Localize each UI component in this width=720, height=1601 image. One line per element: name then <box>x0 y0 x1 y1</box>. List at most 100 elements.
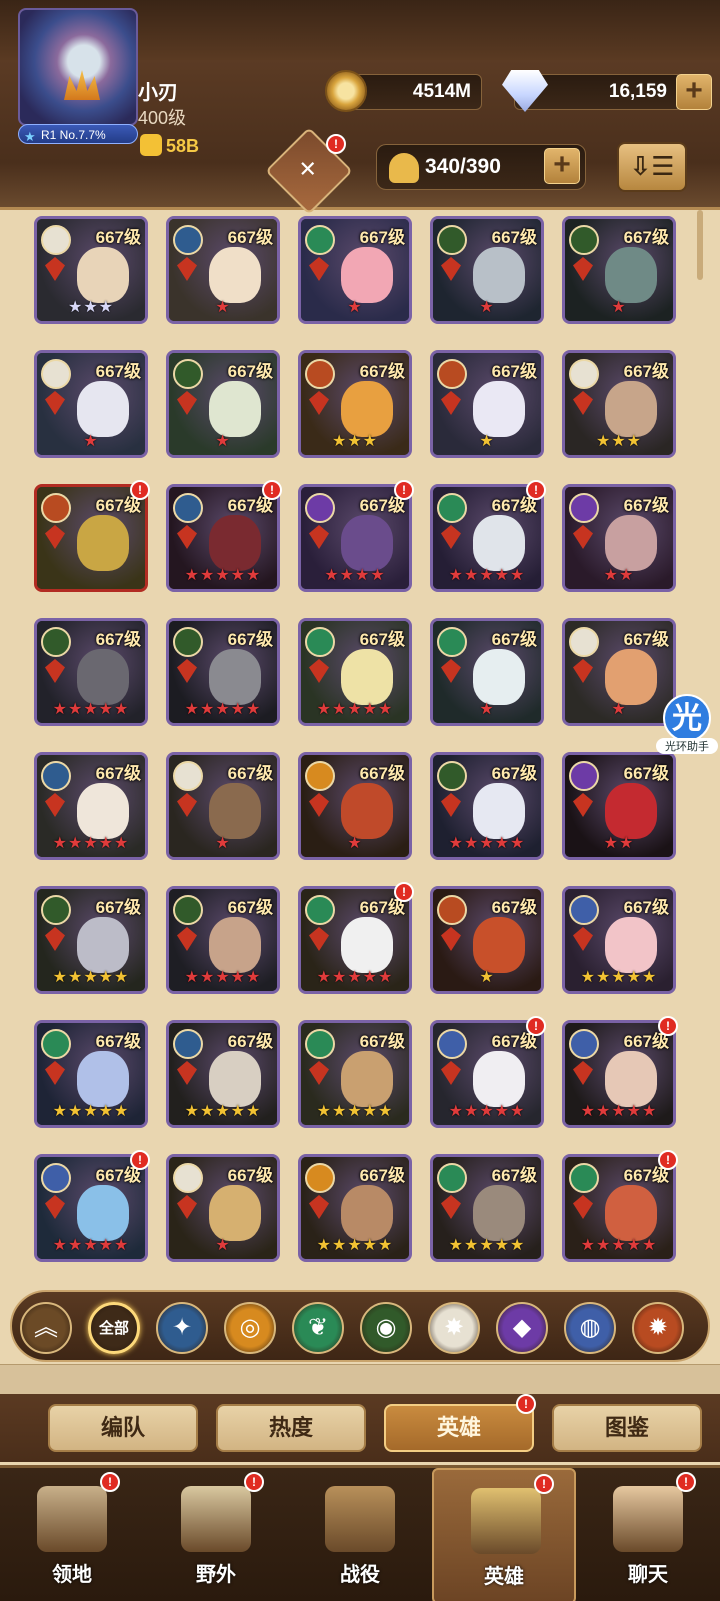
hero-card[interactable]: 667级 ★★★★★ <box>298 886 412 994</box>
nav-item-4[interactable]: 聊天! <box>576 1468 720 1601</box>
fist-icon <box>140 134 162 156</box>
nav-item-0[interactable]: 领地! <box>0 1468 144 1601</box>
hero-face <box>605 649 657 705</box>
hero-card[interactable]: 667级 ★ <box>430 618 544 726</box>
hero-card[interactable]: 667级 ★★★★★ <box>166 618 280 726</box>
wilder-icon: ❦ <box>307 1314 329 1341</box>
hero-level: 667级 <box>227 898 273 917</box>
faction-icon <box>437 627 467 657</box>
expand-capacity-button[interactable]: + <box>544 148 580 184</box>
hero-card[interactable]: 667级 ★★★★★ <box>166 886 280 994</box>
hero-face <box>77 515 129 571</box>
hero-card[interactable]: 667级 ★ <box>166 752 280 860</box>
hero-card[interactable]: 667级 ★★★★★ <box>298 1020 412 1128</box>
hero-card[interactable]: 667级 ★★★★★ <box>430 1020 544 1128</box>
faction-icon <box>305 761 335 791</box>
hero-card[interactable]: 667级 ★ <box>430 350 544 458</box>
hero-card[interactable]: 667级 ★ <box>430 886 544 994</box>
subtab-0[interactable]: 编队 <box>48 1404 198 1452</box>
hero-card[interactable]: 667级 ★★★★★ <box>430 484 544 592</box>
hero-face <box>473 1185 525 1241</box>
hero-card[interactable]: 667级 <box>34 484 148 592</box>
nav-label: 战役 <box>340 1564 380 1586</box>
filter-graveborn-button[interactable]: ◉ <box>360 1302 412 1354</box>
filter-celestial-button[interactable]: ✸ <box>428 1302 480 1354</box>
nav-item-2[interactable]: 战役 <box>288 1468 432 1601</box>
filter-hypogean-button[interactable]: ◆ <box>496 1302 548 1354</box>
assistant-floating-button[interactable]: 光 光环助手 <box>656 694 718 764</box>
hero-card[interactable]: 667级 ★★★★★ <box>34 1154 148 1262</box>
hero-card[interactable]: 667级 ★★ <box>562 484 676 592</box>
hero-card[interactable]: 667级 ★ <box>34 350 148 458</box>
filter-wilder-button[interactable]: ❦ <box>292 1302 344 1354</box>
hero-card[interactable]: 667级 ★★ <box>562 752 676 860</box>
other-icon: ✹ <box>647 1314 669 1341</box>
filter-all-button[interactable]: 全部 <box>88 1302 140 1354</box>
player-name: 小刃 <box>138 82 178 104</box>
faction-icon <box>305 895 335 925</box>
hero-card[interactable]: 667级 ★★★★★ <box>166 1020 280 1128</box>
nav-notification-badge: ! <box>100 1472 120 1492</box>
faction-icon <box>437 761 467 791</box>
bottom-navigation: 领地! 野外! 战役 英雄! 聊天! <box>0 1465 720 1601</box>
hero-card[interactable]: 667级 ★ <box>298 216 412 324</box>
hero-face <box>341 515 393 571</box>
hero-card[interactable]: 667级 ★★★★★ <box>34 1020 148 1128</box>
rank-badge[interactable]: ★ R1 No.7.7% <box>18 124 138 144</box>
hero-stars: ★★★★★ <box>448 835 526 852</box>
hero-stars: ★ <box>215 1237 231 1254</box>
hero-level: 667级 <box>623 898 669 917</box>
hero-card[interactable]: 667级 ★★★★★ <box>34 752 148 860</box>
hero-level: 667级 <box>359 228 405 247</box>
hero-card[interactable]: 667级 ★★★★★ <box>298 618 412 726</box>
hero-card[interactable]: 667级 ★ <box>298 752 412 860</box>
filter-other-button[interactable]: ✹ <box>632 1302 684 1354</box>
hero-card[interactable]: 667级 ★ <box>166 1154 280 1262</box>
hero-face <box>209 1185 261 1241</box>
player-avatar[interactable] <box>18 8 138 126</box>
hero-face <box>341 649 393 705</box>
hero-card[interactable]: 667级 ★★★ <box>34 216 148 324</box>
hero-stars: ★★★★★ <box>184 1103 262 1120</box>
hero-card[interactable]: 667级 ★★★★★ <box>430 1154 544 1262</box>
hero-card[interactable]: 667级 ★★★★★ <box>562 1154 676 1262</box>
hero-face <box>77 381 129 437</box>
hero-card[interactable]: 667级 ★★★ <box>298 350 412 458</box>
hero-card[interactable]: 667级 ★ <box>166 216 280 324</box>
filter-lightbearer-button[interactable]: ✦ <box>156 1302 208 1354</box>
hero-stars: ★★★ <box>67 299 115 316</box>
hero-face <box>341 1185 393 1241</box>
filter-dimensional-button[interactable]: ◍ <box>564 1302 616 1354</box>
hero-card[interactable]: 667级 ★★★★★ <box>34 886 148 994</box>
hero-card[interactable]: 667级 ★ <box>430 216 544 324</box>
sort-button[interactable]: ⇩☰ <box>617 142 687 192</box>
hero-face <box>473 649 525 705</box>
hero-face <box>209 381 261 437</box>
hero-stars: ★★★★★ <box>52 969 130 986</box>
nav-item-3[interactable]: 英雄! <box>432 1468 576 1601</box>
hero-card[interactable]: 667级 ★★★★★ <box>298 1154 412 1262</box>
hero-card[interactable]: 667级 ★★★★★ <box>562 1020 676 1128</box>
hero-card[interactable]: 667级 ★★★★★ <box>562 886 676 994</box>
subtab-1[interactable]: 热度 <box>216 1404 366 1452</box>
subtab-2[interactable]: 英雄 <box>384 1404 534 1452</box>
hero-level: 667级 <box>227 1032 273 1051</box>
filter-collapse-button[interactable]: ︽ <box>20 1302 72 1354</box>
faction-icon <box>41 1163 71 1193</box>
hero-notification-badge: ! <box>394 882 414 902</box>
add-gems-button[interactable]: + <box>676 74 712 110</box>
hero-card[interactable]: 667级 ★★★ <box>562 350 676 458</box>
faction-icon <box>41 1029 71 1059</box>
hero-card[interactable]: 667级 ★★★★★ <box>166 484 280 592</box>
subtab-3[interactable]: 图鉴 <box>552 1404 702 1452</box>
filter-mauler-button[interactable]: ◎ <box>224 1302 276 1354</box>
nav-item-1[interactable]: 野外! <box>144 1468 288 1601</box>
nav-label: 领地 <box>52 1564 92 1586</box>
hero-card[interactable]: 667级 ★ <box>562 216 676 324</box>
hero-card[interactable]: 667级 ★★★★★ <box>34 618 148 726</box>
hero-card[interactable]: 667级 ★★★★ <box>298 484 412 592</box>
scrollbar[interactable] <box>697 210 703 280</box>
hero-card[interactable]: 667级 ★ <box>166 350 280 458</box>
hero-card[interactable]: 667级 ★★★★★ <box>430 752 544 860</box>
hero-level: 667级 <box>623 630 669 649</box>
